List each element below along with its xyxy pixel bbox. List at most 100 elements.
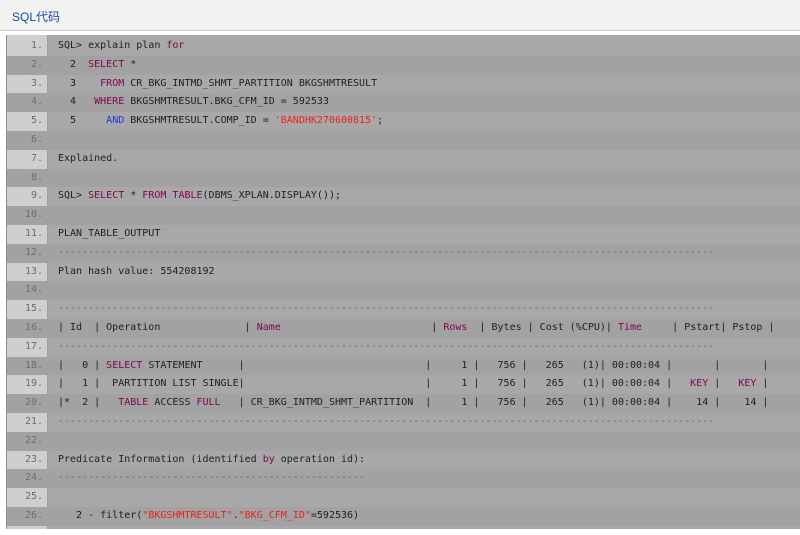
code-token-kw: Name (256, 322, 281, 333)
code-token: |* 2 | (58, 397, 119, 409)
code-token: | (756, 378, 769, 390)
code-line: 18. | 0 | SELECT STATEMENT | | 1 | 756 | … (7, 356, 800, 376)
code-token: (DBMS_XPLAN.DISPLAY()); (202, 190, 342, 202)
code-text: Predicate Information (identified by ope… (58, 451, 365, 470)
code-token-kw: TABLE (172, 190, 203, 202)
code-text: ----------------------------------------… (58, 338, 714, 357)
line-number: 3. (30, 77, 43, 89)
code-token-str: "BKG_CFM_ID" (238, 510, 311, 521)
code-line: 19. | 1 | PARTITION LIST SINGLE| | 1 | 75… (7, 375, 800, 394)
code-token: 2 - filter( (58, 510, 143, 521)
code-text: ----------------------------------------… (58, 244, 714, 263)
line-number: 5. (30, 115, 43, 127)
code-line: 3. 3 FROM CR_BKG_INTMD_SHMT_PARTITION BK… (7, 75, 800, 94)
line-number: 16. (24, 322, 43, 333)
line-number: 6. (30, 134, 43, 145)
code-token-kw: Rows (443, 322, 468, 333)
code-text: | 0 | SELECT STATEMENT | | 1 | 756 | 265… (58, 357, 768, 376)
line-number: 17. (24, 340, 43, 352)
code-text: | Id | Operation | Name | Rows | Bytes |… (58, 319, 775, 338)
code-text: SQL> explain plan for (58, 37, 184, 56)
code-token-kw: SELECT (106, 359, 143, 371)
code-line: 4. 4 WHERE BKGSHMTRESULT.BKG_CFM_ID = 59… (7, 93, 800, 113)
code-token-kw: TABLE (118, 397, 149, 409)
line-number: 15. (24, 303, 43, 315)
code-token: BKGSHMTRESULT.BKG_CFM_ID = 592533 (124, 96, 329, 108)
code-token-kw: FROM (142, 190, 167, 202)
code-token: ACCESS (148, 397, 197, 409)
line-number: 12. (24, 246, 43, 258)
code-line: 25. (7, 488, 800, 507)
code-line: 20. |* 2 | TABLE ACCESS FULL | CR_BKG_INT… (7, 394, 800, 413)
code-token-kw: WHERE (94, 96, 125, 108)
code-line: 17. -------------------------------------… (7, 338, 800, 357)
code-line: 7. Explained. (7, 150, 800, 169)
code-text: PLAN_TABLE_OUTPUT (58, 225, 160, 244)
code-line: 12. -------------------------------------… (7, 243, 800, 263)
line-number: 2. (30, 58, 43, 70)
code-token-str: "BKGSHMTRESULT" (142, 510, 233, 521)
code-token-kw: KEY (738, 378, 757, 390)
code-line: 8. (7, 168, 800, 188)
code-token-dash: ----------------------------------------… (58, 472, 366, 484)
code-text: Explained. (58, 150, 118, 169)
code-token-kw: Time (617, 322, 643, 333)
code-text: Plan hash value: 554208192 (58, 263, 215, 282)
code-token: SQL> (58, 190, 89, 202)
line-number: 8. (30, 171, 43, 183)
code-line: 6. (7, 131, 800, 150)
code-text: | 1 | PARTITION LIST SINGLE| | 1 | 756 |… (58, 375, 768, 394)
code-token: CR_BKG_INTMD_SHMT_PARTITION BKGSHMTRESUL… (124, 77, 378, 89)
code-token: | Id | Operation | (58, 322, 257, 333)
line-number: 20. (24, 397, 43, 409)
code-line: 1. SQL> explain plan for (7, 37, 800, 56)
code-token: 5 (58, 115, 107, 127)
line-number: 24. (24, 472, 43, 484)
code-block-header: SQL代码 (0, 0, 800, 31)
line-number: 7. (30, 152, 43, 164)
code-token: | 1 | PARTITION LIST SINGLE| | 1 | 756 |… (58, 378, 691, 390)
line-number: 18. (24, 359, 43, 371)
code-line: 26. 2 - filter("BKGSHMTRESULT"."BKG_CFM_… (7, 507, 800, 526)
code-token: STATEMENT | | 1 | 756 | 265 (1)| 00:00:0… (142, 359, 769, 371)
line-number: 23. (24, 453, 43, 465)
line-number: 9. (30, 190, 43, 202)
code-token: * (124, 58, 137, 70)
code-token: | Bytes | Cost (%CPU)| (467, 322, 618, 333)
code-token: | (708, 378, 739, 390)
code-token: Plan hash value: 554208192 (58, 265, 215, 277)
code-token: | 0 | (58, 359, 107, 371)
code-token-kw: SELECT (88, 190, 125, 202)
code-line: 21. -------------------------------------… (7, 413, 800, 432)
code-text: 4 WHERE BKGSHMTRESULT.BKG_CFM_ID = 59253… (58, 93, 329, 112)
code-token: | CR_BKG_INTMD_SHMT_PARTITION | 1 | 756 … (220, 397, 769, 409)
code-token: | Pstart| Pstop | (642, 322, 775, 333)
code-text: 2 SELECT * (58, 56, 136, 75)
code-token: | (280, 322, 444, 333)
code-text: 2 - filter("BKGSHMTRESULT"."BKG_CFM_ID"=… (58, 507, 359, 526)
code-line: 16. | Id | Operation | Name | Rows | Byte… (7, 319, 800, 338)
code-line: 13. Plan hash value: 554208192 (7, 263, 800, 282)
line-number: 26. (24, 510, 43, 521)
code-line: 14. (7, 281, 800, 301)
code-token-kw2: AND (106, 115, 125, 127)
code-token: PLAN_TABLE_OUTPUT (58, 228, 161, 239)
code-text: ----------------------------------------… (58, 300, 714, 319)
code-line: 24. -------------------------------------… (7, 469, 800, 489)
code-text: ----------------------------------------… (58, 413, 714, 432)
line-number: 22. (24, 434, 43, 446)
code-text: 5 AND BKGSHMTRESULT.COMP_ID = 'BANDHK270… (58, 112, 383, 131)
code-line: 5. 5 AND BKGSHMTRESULT.COMP_ID = 'BANDHK… (7, 112, 800, 131)
line-number: 10. (24, 209, 43, 221)
code-line: 2. 2 SELECT * (7, 55, 800, 75)
code-token: BKGSHMTRESULT.COMP_ID = (124, 115, 275, 127)
code-token-str: 'BANDHK270600815' (274, 115, 378, 127)
code-token: * (124, 190, 143, 202)
code-token: 3 (58, 77, 101, 89)
line-number: 11. (24, 228, 43, 239)
code-line: 9. SQL> SELECT * FROM TABLE(DBMS_XPLAN.DI… (7, 187, 800, 206)
code-token-dash: ----------------------------------------… (58, 246, 715, 258)
code-token: ; (377, 115, 384, 127)
code-token-kw: SELECT (88, 58, 125, 70)
line-number: 4. (30, 96, 43, 108)
